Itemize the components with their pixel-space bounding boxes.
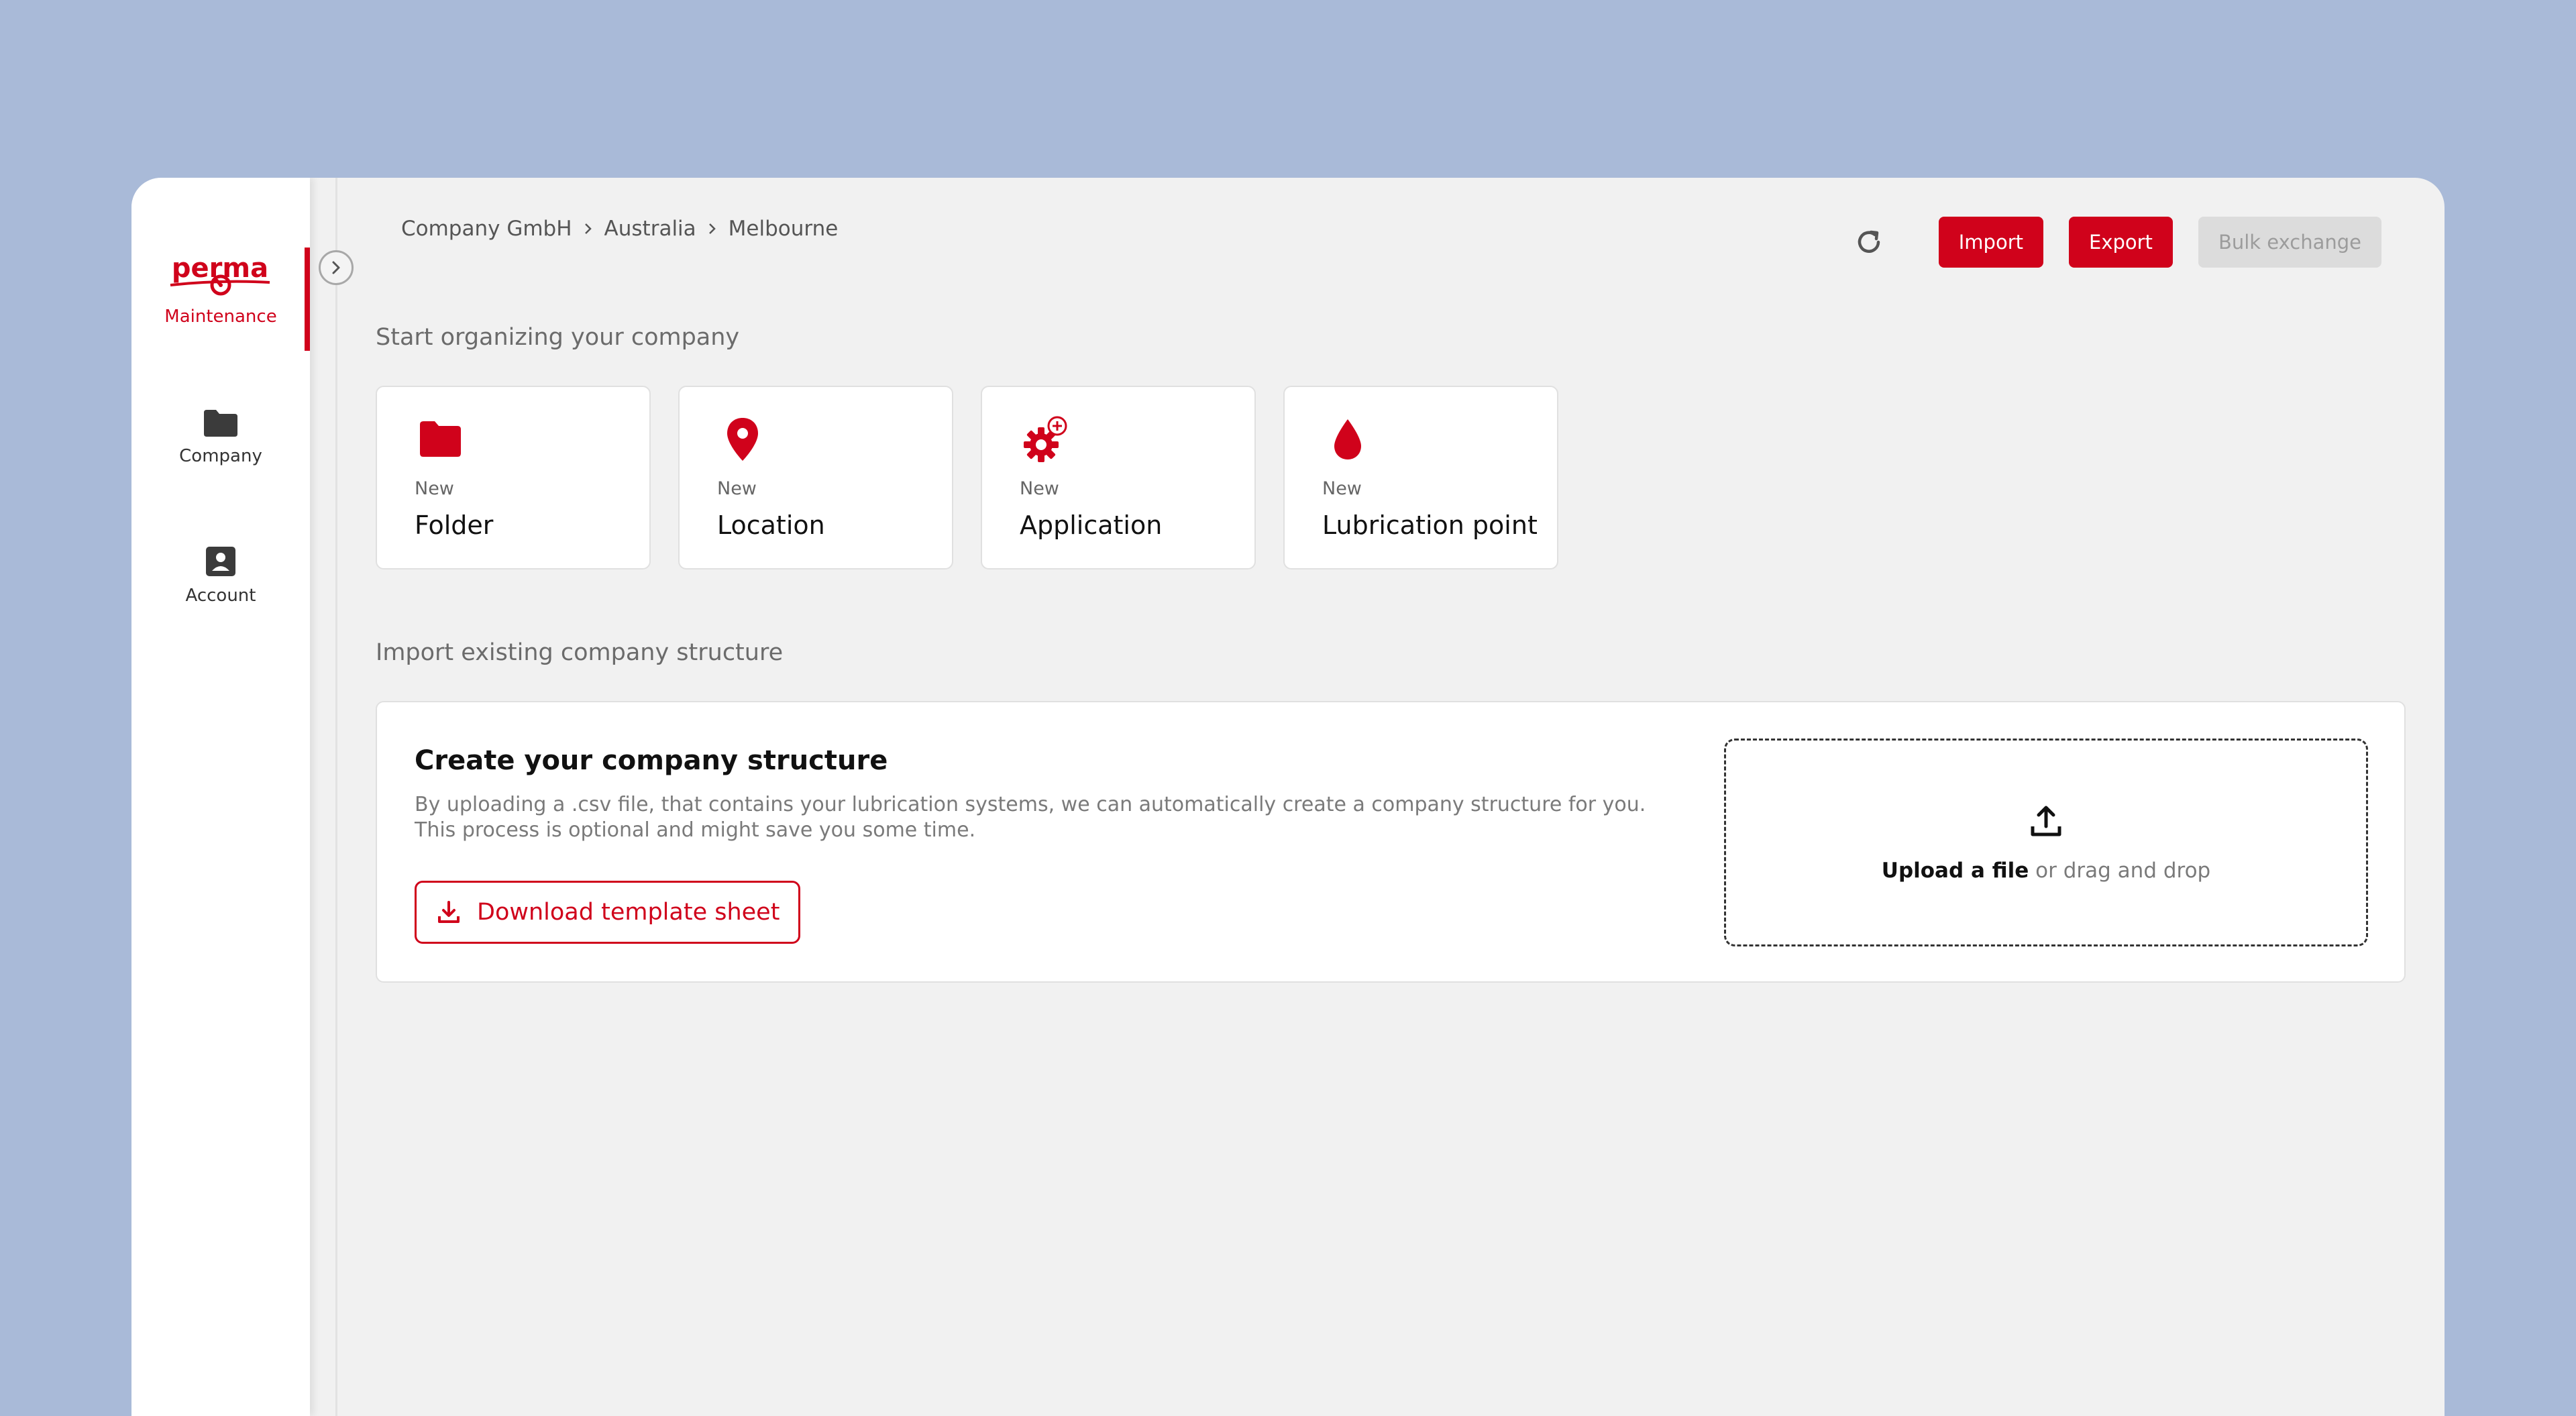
sidebar-item-company[interactable]: Company <box>131 386 310 489</box>
dropzone-hint: or drag and drop <box>2035 859 2211 883</box>
dropzone-text: Upload a file or drag and drop <box>1882 859 2210 883</box>
refresh-button[interactable] <box>1849 222 1889 262</box>
sidebar: perma Maintenance Company Account <box>131 178 310 1416</box>
section-title-organize: Start organizing your company <box>376 324 740 351</box>
breadcrumb-item[interactable]: Melbourne <box>729 217 839 241</box>
new-lubrication-point-card[interactable]: New Lubrication point <box>1283 386 1558 569</box>
toolbar: Import Export Bulk exchange <box>1849 217 2381 268</box>
new-location-card[interactable]: New Location <box>678 386 953 569</box>
chevron-right-icon <box>708 223 716 234</box>
card-prefix: New <box>717 478 757 499</box>
location-pin-icon <box>727 418 758 461</box>
card-title: Application <box>1020 510 1163 540</box>
card-prefix: New <box>1322 478 1362 499</box>
import-description: By uploading a .csv file, that contains … <box>415 792 1646 843</box>
import-description-line: This process is optional and might save … <box>415 818 976 842</box>
export-button[interactable]: Export <box>2069 217 2173 268</box>
gear-add-icon <box>1024 416 1067 462</box>
refresh-icon <box>1858 230 1880 253</box>
upload-file-link[interactable]: Upload a file <box>1882 859 2029 883</box>
file-dropzone[interactable]: Upload a file or drag and drop <box>1724 739 2368 946</box>
sidebar-item-label: Account <box>185 586 256 606</box>
sidebar-item-account[interactable]: Account <box>131 524 310 627</box>
import-button[interactable]: Import <box>1938 217 2043 268</box>
card-title: Location <box>717 510 825 540</box>
account-icon <box>206 547 235 576</box>
sidebar-item-label: Company <box>179 446 262 466</box>
card-title: Lubrication point <box>1322 510 1538 540</box>
download-icon <box>438 901 460 923</box>
section-title-import: Import existing company structure <box>376 639 784 666</box>
card-prefix: New <box>1020 478 1059 499</box>
breadcrumb: Company GmbH Australia Melbourne <box>401 217 838 241</box>
download-template-button[interactable]: Download template sheet <box>415 881 801 944</box>
drop-icon <box>1334 419 1361 459</box>
folder-icon <box>204 410 237 437</box>
import-panel: Create your company structure By uploadi… <box>376 701 2406 983</box>
card-prefix: New <box>415 478 454 499</box>
download-template-label: Download template sheet <box>477 899 780 926</box>
breadcrumb-item[interactable]: Australia <box>604 217 696 241</box>
chevron-right-icon <box>332 261 340 274</box>
new-application-card[interactable]: New Application <box>981 386 1256 569</box>
app-window: perma Maintenance Company Account Compan… <box>131 178 2445 1416</box>
card-title: Folder <box>415 510 494 540</box>
sidebar-divider <box>335 178 337 1416</box>
folder-icon <box>420 421 461 457</box>
import-description-line: By uploading a .csv file, that contains … <box>415 793 1646 816</box>
sidebar-toggle-button[interactable] <box>319 250 354 285</box>
new-folder-card[interactable]: New Folder <box>376 386 651 569</box>
sidebar-item-maintenance[interactable]: Maintenance <box>131 248 310 351</box>
import-title: Create your company structure <box>415 745 888 776</box>
bulk-exchange-button[interactable]: Bulk exchange <box>2198 217 2381 268</box>
breadcrumb-item[interactable]: Company GmbH <box>401 217 572 241</box>
upload-icon <box>2031 806 2061 836</box>
sidebar-item-label: Maintenance <box>164 307 277 327</box>
maintenance-icon <box>210 274 231 296</box>
chevron-right-icon <box>584 223 592 234</box>
